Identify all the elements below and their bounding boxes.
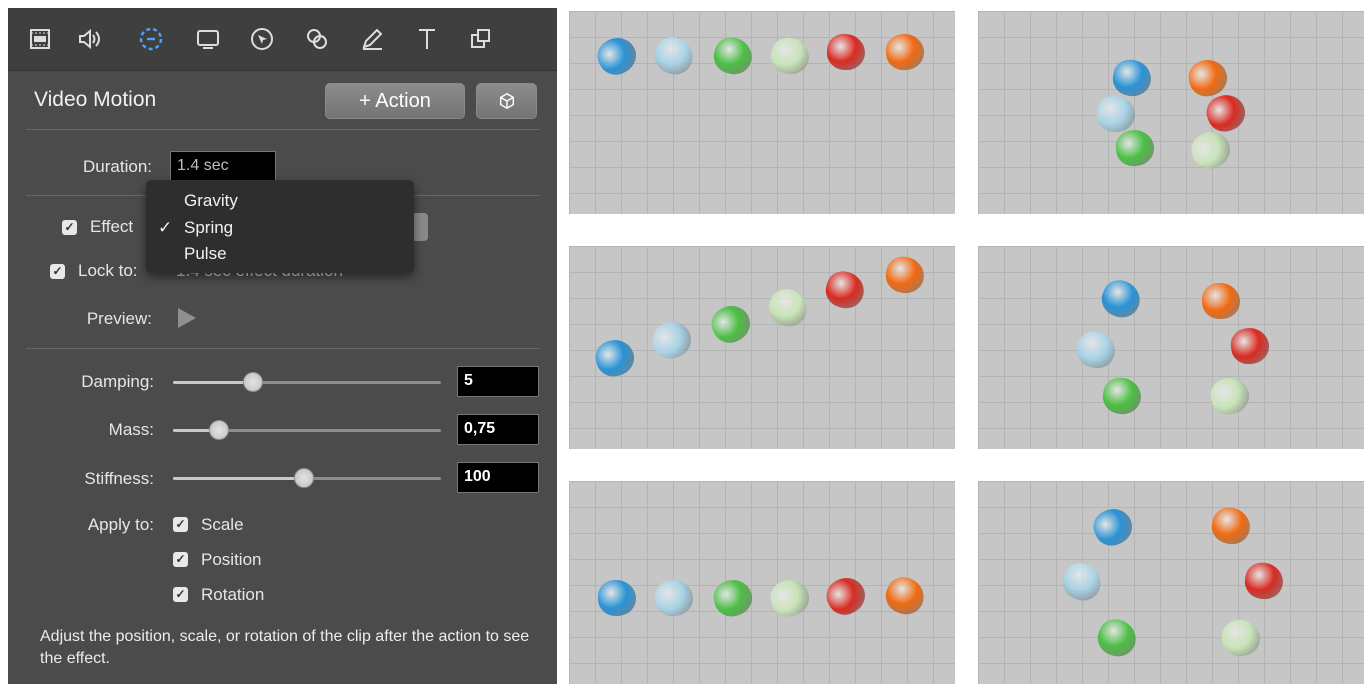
menu-item-spring[interactable]: Spring [184, 218, 233, 238]
separator [26, 129, 540, 130]
effect-checkbox[interactable]: ✓ [62, 220, 77, 235]
preview-frame-6 [978, 481, 1364, 684]
duration-field[interactable]: 1.4 sec [170, 151, 276, 181]
pencil-icon[interactable] [355, 22, 389, 56]
apply-to-label: Apply to: [87, 515, 154, 534]
stiffness-slider[interactable] [173, 468, 441, 488]
paper-ball [1222, 620, 1260, 656]
speaker-icon[interactable] [72, 22, 106, 56]
effect-menu: Gravity ✓ Spring Pulse [146, 180, 414, 273]
play-icon[interactable] [178, 308, 196, 328]
lock-label: Lock to: [78, 261, 138, 280]
damping-label: Damping: [81, 372, 154, 391]
stiffness-label: Stiffness: [84, 469, 154, 488]
transform-icon[interactable] [463, 22, 497, 56]
mass-slider[interactable] [173, 420, 441, 440]
panel-title: Video Motion [34, 88, 157, 111]
effect-label: Effect [90, 217, 134, 236]
preview-frame-4 [978, 246, 1364, 449]
menu-item-gravity[interactable]: Gravity [184, 191, 238, 211]
slider-knob[interactable] [243, 372, 264, 392]
cursor-icon[interactable] [245, 22, 279, 56]
slider-fill [173, 381, 254, 384]
preview-label: Preview: [86, 309, 152, 328]
damping-slider[interactable] [173, 372, 441, 392]
inspector-panel: Video Motion + Action Duration: 1.4 sec … [8, 8, 557, 684]
scale-checkbox[interactable]: ✓ [173, 517, 188, 532]
add-action-button[interactable]: + Action [325, 83, 465, 119]
position-label: Position [201, 550, 262, 569]
separator [26, 348, 540, 349]
mass-field[interactable]: 0,75 [457, 414, 539, 445]
stiffness-field[interactable]: 100 [457, 462, 539, 493]
rotation-label: Rotation [201, 585, 265, 604]
slider-fill [173, 477, 305, 480]
text-icon[interactable] [410, 22, 444, 56]
help-text: Adjust the position, scale, or rotation … [40, 628, 530, 667]
duration-label: Duration: [83, 157, 152, 176]
lock-checkbox[interactable]: ✓ [50, 264, 65, 279]
preview-frame-2 [978, 11, 1364, 214]
inspector-toolbar [8, 8, 557, 71]
cube-icon [499, 92, 514, 110]
slider-knob[interactable] [208, 420, 229, 440]
mass-label: Mass: [108, 420, 154, 439]
cube-button[interactable] [476, 83, 537, 119]
checkmark-icon: ✓ [158, 218, 173, 237]
position-checkbox[interactable]: ✓ [173, 552, 188, 567]
menu-item-pulse[interactable]: Pulse [184, 244, 227, 264]
film-icon[interactable] [23, 22, 57, 56]
paper-ball [1202, 283, 1240, 319]
scale-label: Scale [201, 515, 244, 534]
damping-field[interactable]: 5 [457, 366, 539, 397]
screen-icon[interactable] [191, 22, 225, 56]
effect-dropdown-arrow[interactable] [412, 213, 428, 241]
rotation-checkbox[interactable]: ✓ [173, 587, 188, 602]
circles-icon[interactable] [300, 22, 334, 56]
motion-icon[interactable] [134, 22, 168, 56]
paper-ball [1097, 96, 1135, 132]
slider-knob[interactable] [294, 468, 315, 488]
